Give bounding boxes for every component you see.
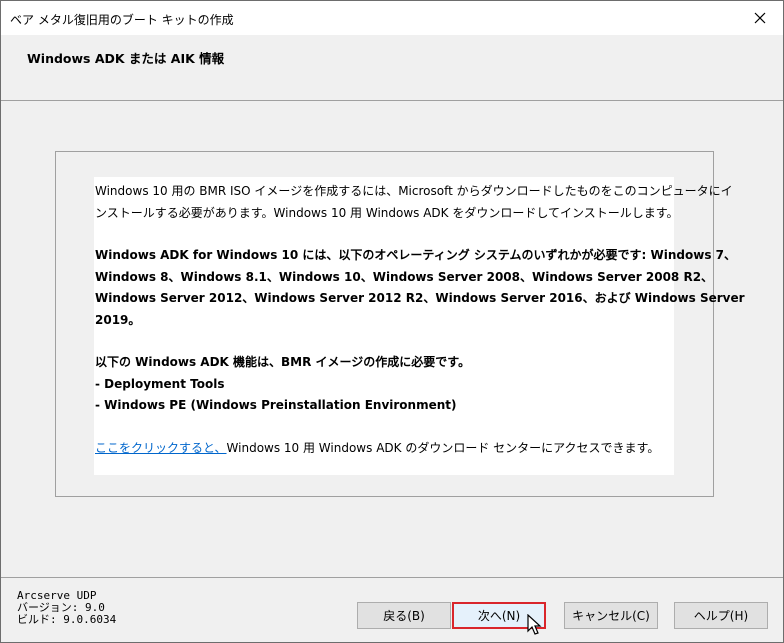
window-title: ベア メタル復旧用のブート キットの作成 [10,13,234,27]
requirements-line-2: Windows 8、Windows 8.1、Windows 10、Windows… [95,269,714,284]
header-band: Windows ADK または AIK 情報 [1,35,783,101]
features-line-2: - Deployment Tools [95,376,225,391]
title-bar: ベア メタル復旧用のブート キットの作成 [1,1,783,35]
requirements-line-3: Windows Server 2012、Windows Server 2012 … [95,291,745,305]
close-button[interactable] [737,1,783,35]
intro-line-2: ンストールする必要があります。Windows 10 用 Windows ADK … [95,205,679,220]
features-line-3: - Windows PE (Windows Preinstallation En… [95,398,457,412]
features-paragraph: 以下の Windows ADK 機能は、BMR イメージの作成に必要です。 - … [95,352,674,417]
page-title: Windows ADK または AIK 情報 [27,51,225,66]
requirements-line-4: 2019。 [95,312,141,327]
download-link[interactable]: ここをクリックすると、 [95,441,227,455]
help-button[interactable]: ヘルプ(H) [674,602,768,629]
download-paragraph: ここをクリックすると、Windows 10 用 Windows ADK のダウン… [95,438,674,460]
back-button[interactable]: 戻る(B) [357,602,451,629]
intro-line-1: Windows 10 用の BMR ISO イメージを作成するには、Micros… [95,184,733,198]
footer-divider [1,577,783,578]
close-icon [754,12,766,24]
download-link-suffix: Windows 10 用 Windows ADK のダウンロード センターにアク… [226,440,660,455]
requirements-paragraph: Windows ADK for Windows 10 には、以下のオペレーティン… [95,245,745,331]
dialog-window: ベア メタル復旧用のブート キットの作成 Windows ADK または AIK… [0,0,784,643]
features-line-1: 以下の Windows ADK 機能は、BMR イメージの作成に必要です。 [95,355,471,369]
requirements-line-1: Windows ADK for Windows 10 には、以下のオペレーティン… [95,248,736,262]
build-text: ビルド: 9.0.6034 [17,613,117,626]
info-textbox: Windows 10 用の BMR ISO イメージを作成するには、Micros… [94,177,745,475]
intro-paragraph: Windows 10 用の BMR ISO イメージを作成するには、Micros… [95,181,733,224]
info-frame: Windows 10 用の BMR ISO イメージを作成するには、Micros… [55,151,745,497]
mouse-cursor-icon [527,614,542,635]
cancel-button[interactable]: キャンセル(C) [564,602,658,629]
version-info: Arcserve UDP バージョン: 9.0 ビルド: 9.0.6034 [17,590,116,626]
